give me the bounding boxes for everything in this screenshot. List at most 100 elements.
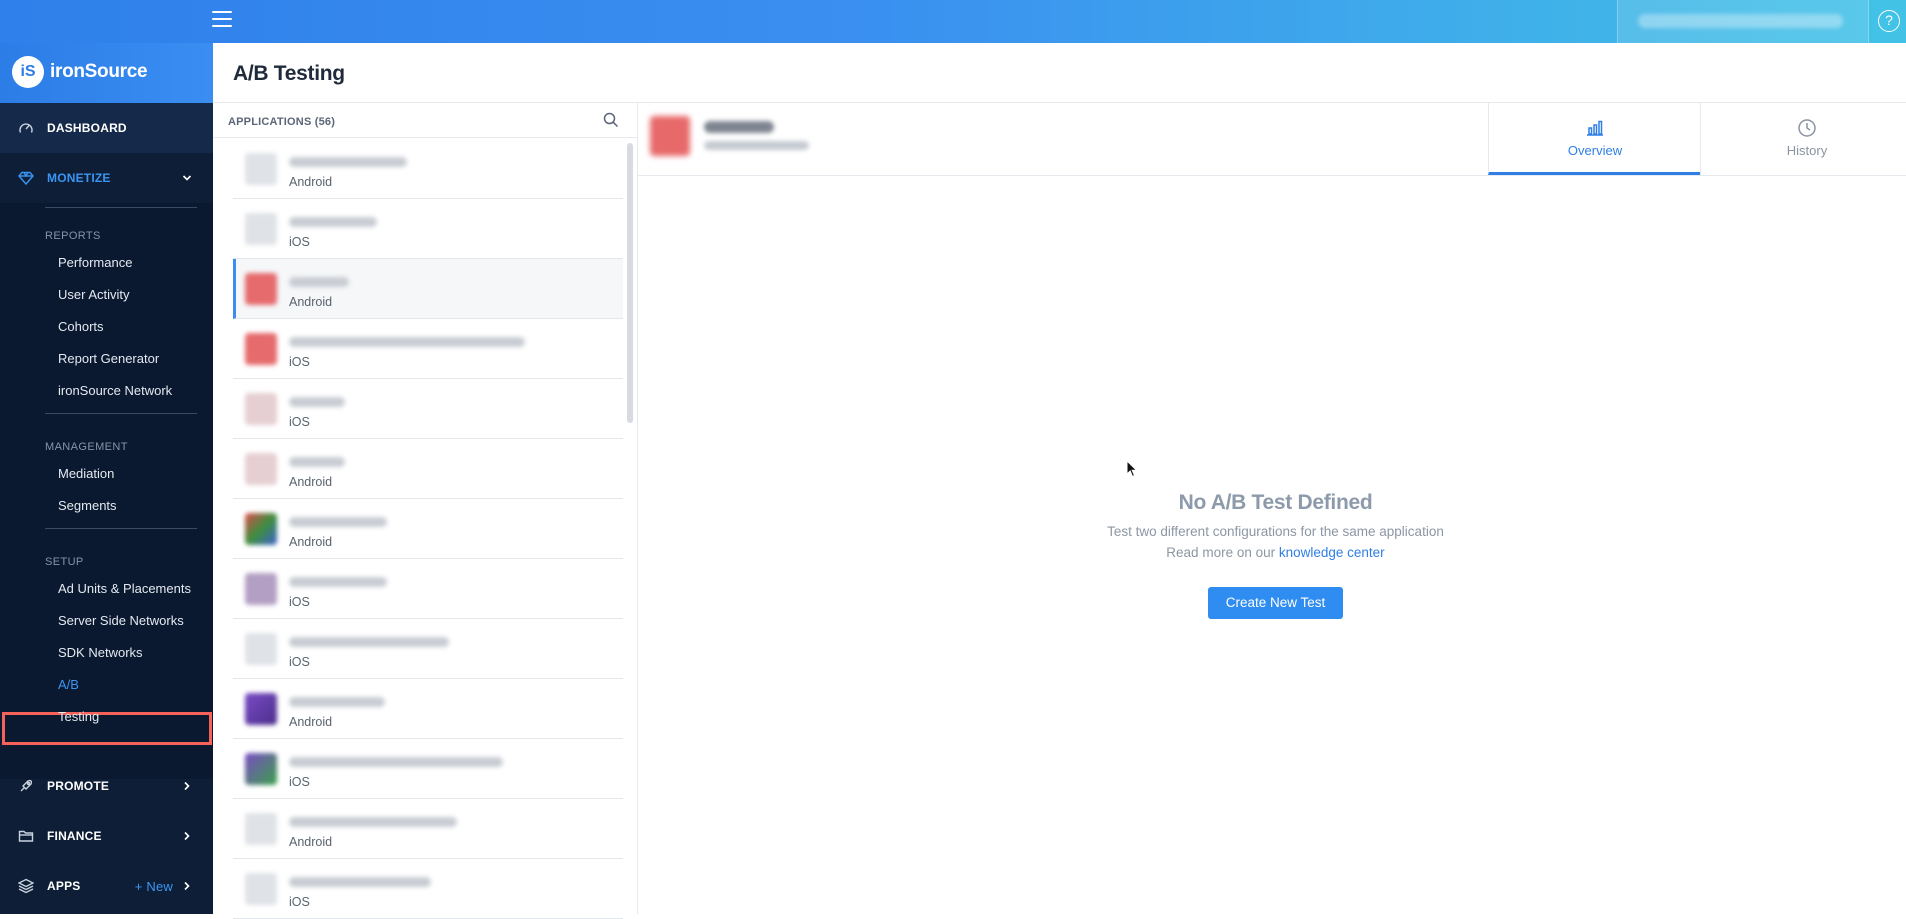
selected-app-id-blurred — [704, 141, 809, 150]
list-item[interactable]: iOS — [233, 859, 623, 919]
applications-panel: APPLICATIONS (56) Android iOS Android iO… — [213, 103, 638, 919]
app-name-blurred — [289, 817, 457, 827]
empty-state-title: No A/B Test Defined — [1178, 491, 1373, 514]
sidebar-item-segments[interactable]: Segments — [58, 498, 117, 513]
list-item[interactable]: iOS — [233, 559, 623, 619]
app-platform: Android — [289, 535, 333, 549]
brand-logo[interactable]: iS ironSource — [0, 43, 213, 103]
divider — [45, 413, 197, 414]
sidebar-item-report-generator[interactable]: Report Generator — [58, 351, 159, 366]
create-new-test-button[interactable]: Create New Test — [1208, 587, 1343, 619]
app-icon — [245, 273, 277, 305]
highlight-box — [2, 712, 212, 745]
nav-promote-label: PROMOTE — [47, 779, 110, 793]
applications-list: Android iOS Android iOS iOS Android Andr… — [233, 139, 623, 919]
list-item-selected[interactable]: Android — [233, 259, 623, 319]
nav-dashboard-label: DASHBOARD — [47, 121, 127, 135]
list-item[interactable]: iOS — [233, 619, 623, 679]
app-platform: iOS — [289, 235, 310, 249]
ironsource-logo-icon: iS — [12, 56, 44, 88]
list-item[interactable]: iOS — [233, 379, 623, 439]
user-email-blurred — [1638, 14, 1843, 28]
app-platform: iOS — [289, 415, 310, 429]
app-name-blurred — [289, 457, 345, 467]
tab-history-label: History — [1786, 143, 1828, 158]
tab-overview[interactable]: Overview — [1488, 103, 1700, 175]
app-icon — [245, 393, 277, 425]
nav-finance[interactable]: FINANCE — [0, 811, 213, 861]
app-name-blurred — [289, 337, 525, 347]
app-platform: Android — [289, 295, 333, 309]
nav-promote[interactable]: PROMOTE — [0, 761, 213, 811]
app-name-blurred — [289, 697, 385, 707]
chevron-right-icon — [184, 781, 190, 791]
app-platform: iOS — [289, 895, 310, 909]
app-name-blurred — [289, 577, 387, 587]
hamburger-icon[interactable] — [212, 11, 232, 27]
list-item[interactable]: iOS — [233, 199, 623, 259]
app-platform: Android — [289, 175, 333, 189]
list-item[interactable]: Android — [233, 139, 623, 199]
nav-apps-label: APPS — [47, 879, 81, 893]
app-name-blurred — [289, 157, 407, 167]
nav-apps[interactable]: APPS + New — [0, 861, 213, 911]
sidebar-item-server-side-networks[interactable]: Server Side Networks — [58, 613, 184, 628]
brand-name: ironSource — [50, 61, 148, 82]
section-title-management: MANAGEMENT — [45, 441, 128, 453]
chevron-right-icon — [184, 831, 190, 841]
nav-dashboard[interactable]: DASHBOARD — [0, 103, 213, 153]
empty-state-description: Test two different configurations for th… — [1107, 524, 1444, 539]
folder-icon — [18, 830, 34, 842]
list-scrollbar[interactable] — [627, 143, 633, 423]
app-platform: Android — [289, 475, 333, 489]
list-item[interactable]: iOS — [233, 319, 623, 379]
page-header: A/B Testing — [213, 43, 1906, 103]
help-button[interactable]: ? — [1868, 0, 1906, 43]
app-platform: Android — [289, 715, 333, 729]
tab-history[interactable]: History — [1700, 103, 1906, 175]
layers-icon — [18, 878, 34, 894]
sidebar-item-ab-testing[interactable]: A/B — [58, 677, 79, 692]
app-icon — [245, 513, 277, 545]
list-item[interactable]: Android — [233, 439, 623, 499]
user-account-menu[interactable] — [1617, 0, 1868, 43]
applications-count-title: APPLICATIONS (56) — [228, 116, 336, 128]
app-icon — [245, 153, 277, 185]
nav-monetize[interactable]: MONETIZE — [0, 153, 213, 203]
list-item[interactable]: Android — [233, 499, 623, 559]
bar-chart-icon — [1587, 120, 1603, 136]
search-icon[interactable] — [603, 112, 619, 128]
selected-app-icon — [650, 116, 690, 156]
app-icon — [245, 813, 277, 845]
sidebar-item-sdk-networks[interactable]: SDK Networks — [58, 645, 143, 660]
page-title: A/B Testing — [233, 62, 345, 85]
help-icon: ? — [1878, 10, 1900, 32]
app-platform: iOS — [289, 355, 310, 369]
sidebar-item-user-activity[interactable]: User Activity — [58, 287, 130, 302]
empty-state-more-prefix: Read more on our — [1166, 545, 1279, 560]
top-bar: ? — [0, 0, 1906, 43]
divider — [45, 207, 197, 208]
app-platform: iOS — [289, 775, 310, 789]
section-title-setup: SETUP — [45, 556, 84, 568]
sidebar-item-ad-units-placements[interactable]: Ad Units & Placements — [58, 581, 191, 596]
app-name-blurred — [289, 277, 349, 287]
app-icon — [245, 573, 277, 605]
sidebar-item-cohorts[interactable]: Cohorts — [58, 319, 104, 334]
mouse-cursor-icon — [1126, 460, 1138, 478]
selected-app-name-blurred — [704, 121, 774, 133]
knowledge-center-link[interactable]: knowledge center — [1279, 545, 1385, 560]
new-app-link[interactable]: + New — [135, 879, 173, 894]
sidebar-item-mediation[interactable]: Mediation — [58, 466, 114, 481]
app-name-blurred — [289, 217, 377, 227]
rocket-icon — [20, 779, 33, 792]
nav-monetize-label: MONETIZE — [47, 171, 111, 185]
list-item[interactable]: Android — [233, 679, 623, 739]
list-item[interactable]: Android — [233, 799, 623, 859]
app-name-blurred — [289, 397, 345, 407]
sidebar-item-ironsource-network[interactable]: ironSource Network — [58, 383, 172, 398]
sidebar-item-performance[interactable]: Performance — [58, 255, 132, 270]
list-item[interactable]: iOS — [233, 739, 623, 799]
sidebar-item-ab-testing-continued[interactable]: Testing — [58, 709, 99, 724]
app-platform: iOS — [289, 595, 310, 609]
